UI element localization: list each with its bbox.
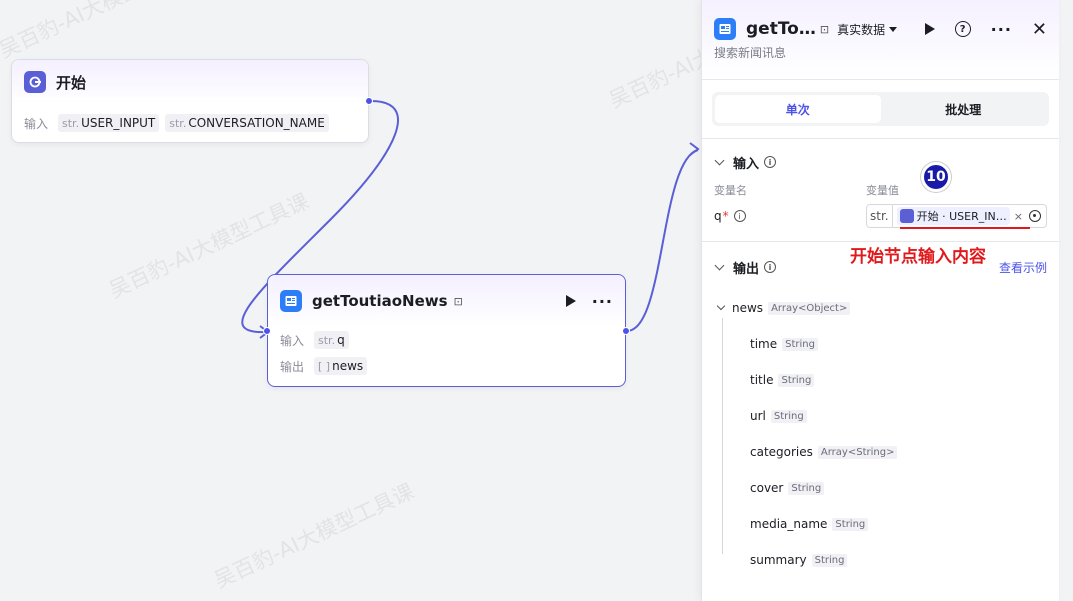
field-type: String (770, 409, 807, 423)
variable-picker-icon[interactable] (1029, 210, 1041, 222)
field-name: url (750, 409, 766, 423)
news-plugin-icon (280, 290, 302, 312)
tree-item: cover String (714, 470, 1047, 506)
close-icon[interactable]: ✕ (1032, 19, 1047, 40)
plugin-node-title: getToutiaoNews (312, 292, 448, 310)
input-section-title: 输入 (733, 156, 760, 172)
chevron-down-icon[interactable] (716, 301, 726, 311)
plugin-node-input-port[interactable] (263, 327, 271, 335)
variable-reference-chip[interactable]: 开始 · USER_IN… (896, 207, 1010, 225)
field-name: time (750, 337, 778, 351)
field-type: String (788, 481, 825, 495)
tree-line (722, 318, 723, 554)
workflow-canvas[interactable]: 吴百豹-AI大模型工具课 吴百豹-AI大模型工具课 吴百豹-AI大模型工具课 吴… (0, 0, 1073, 601)
info-icon[interactable]: i (764, 261, 777, 273)
field-type: Array<String> (817, 445, 898, 459)
mode-select[interactable]: 真实数据 (837, 21, 898, 38)
info-icon[interactable]: i (764, 156, 777, 168)
view-example-link[interactable]: 查看示例 (999, 259, 1047, 276)
param-tag: str. q (314, 331, 349, 349)
output-label: 输出 (280, 359, 305, 374)
param-tag: [ ] news (314, 357, 368, 375)
field-name: summary (750, 553, 807, 567)
field-type: String (832, 517, 869, 531)
start-node-title: 开始 (56, 73, 87, 92)
start-node-icon (899, 209, 914, 223)
help-icon[interactable]: ? (954, 21, 971, 37)
var-name-q: q * i (714, 209, 866, 223)
annotation-underline (900, 227, 1030, 229)
field-type: Array<Object> (768, 301, 851, 315)
tree-root: news Array<Object> (714, 290, 1047, 326)
input-label: 输入 (24, 116, 49, 131)
field-type: String (782, 337, 818, 351)
tab-single[interactable]: 单次 (715, 95, 881, 123)
plugin-badge-icon: ⊡ (453, 294, 463, 308)
node-config-panel: getTo… ⊡ 真实数据 ? ··· ✕ 搜索新闻讯息 单次 批处理 输入 i… (701, 0, 1059, 601)
field-name: cover (750, 481, 784, 495)
more-options-icon[interactable]: ··· (592, 292, 613, 311)
watermark: 吴百豹-AI大模型工具课 (210, 479, 418, 593)
more-options-icon[interactable]: ··· (991, 20, 1012, 39)
field-type: String (778, 373, 815, 387)
col-var-value: 变量值 (866, 184, 899, 197)
plugin-node-output-port[interactable] (622, 327, 630, 335)
plugin-node-header: getToutiaoNews ⊡ ··· (268, 275, 625, 327)
var-type-label: str. (867, 205, 893, 227)
panel-description: 搜索新闻讯息 (714, 46, 787, 60)
panel-title: getTo… (746, 19, 816, 39)
start-node-inputs: 输入 str. USER_INPUT str. CONVERSATION_NAME (12, 110, 368, 136)
run-node-icon[interactable] (565, 295, 576, 307)
var-value-field[interactable]: str. 开始 · USER_IN… × (866, 204, 1047, 228)
input-label: 输入 (280, 333, 305, 348)
chevron-down-icon[interactable] (714, 155, 725, 165)
param-tag: str. USER_INPUT (58, 114, 160, 132)
start-node-icon (24, 71, 46, 93)
tree-item: url String (714, 398, 1047, 434)
ref-chip-label: 开始 · USER_IN… (916, 210, 1007, 223)
output-tree: news Array<Object> time String title Str… (714, 290, 1047, 578)
start-node-header: 开始 (12, 60, 368, 104)
start-node-output-port[interactable] (365, 97, 373, 105)
run-node-icon[interactable] (924, 23, 935, 35)
panel-header: getTo… ⊡ 真实数据 ? ··· ✕ 搜索新闻讯息 (702, 0, 1059, 80)
clear-reference-icon[interactable]: × (1014, 210, 1023, 223)
output-section-title: 输出 (733, 261, 760, 277)
param-tag: str. CONVERSATION_NAME (165, 114, 329, 132)
field-name: categories (750, 445, 813, 459)
news-plugin-icon (714, 18, 736, 40)
watermark: 吴百豹-AI大模型工具课 (0, 0, 203, 63)
field-name: media_name (750, 517, 828, 531)
tree-item: summary String (714, 542, 1047, 578)
mode-select-label: 真实数据 (837, 22, 886, 37)
tree-item: categories Array<String> (714, 434, 1047, 470)
start-node[interactable]: 开始 输入 str. USER_INPUT str. CONVERSATION_NA… (11, 59, 373, 143)
tree-item: media_name String (714, 506, 1047, 542)
col-var-name: 变量名 (714, 184, 747, 197)
plugin-node-inputs: 输入 str. q (268, 327, 625, 353)
info-icon[interactable]: i (733, 210, 746, 222)
tab-batch[interactable]: 批处理 (881, 95, 1047, 123)
tree-item: time String (714, 326, 1047, 362)
plugin-node[interactable]: getToutiaoNews ⊡ ··· 输入 str. q 输出 [ ] news (263, 274, 630, 387)
chevron-down-icon (889, 26, 898, 32)
run-mode-tabs: 单次 批处理 (712, 92, 1049, 126)
chevron-down-icon[interactable] (714, 260, 725, 270)
field-name: news (732, 301, 764, 315)
step-badge: 10 (921, 162, 951, 192)
annotation-text: 开始节点输入内容 (850, 247, 986, 267)
tree-item: title String (714, 362, 1047, 398)
plugin-badge-icon: ⊡ (819, 22, 830, 36)
field-type: String (811, 553, 848, 567)
plugin-node-outputs: 输出 [ ] news (268, 353, 625, 379)
field-name: title (750, 373, 774, 387)
output-section: 输出 i 查看示例 news Array<Object> time String… (702, 242, 1059, 578)
